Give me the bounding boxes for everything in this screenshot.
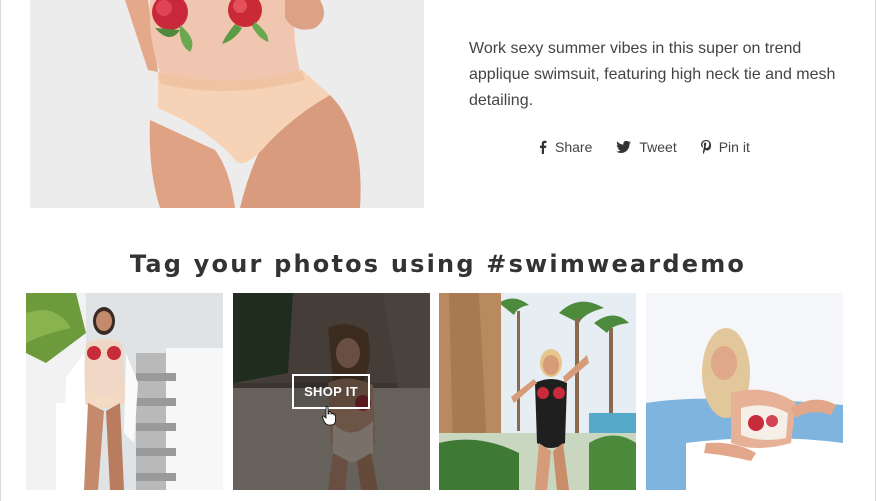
share-pinterest-button[interactable]: Pin it [700, 139, 750, 155]
facebook-icon [540, 140, 547, 154]
social-share-bar: Share Tweet Pin it [538, 139, 750, 155]
share-pinterest-label: Pin it [718, 139, 750, 155]
gallery-tile[interactable] [439, 293, 636, 490]
share-facebook-button[interactable]: Share [538, 139, 592, 155]
share-twitter-label: Tweet [639, 139, 677, 155]
hand-cursor-icon [322, 406, 336, 426]
product-description: Work sexy summer vibes in this super on … [469, 40, 836, 109]
instagram-section-title: Tag your photos using #swimweardemo [129, 250, 747, 278]
product-image [30, 0, 424, 208]
gallery-photo [646, 293, 843, 490]
gallery-tile[interactable] [26, 293, 223, 490]
twitter-icon [616, 141, 632, 153]
pinterest-icon [700, 140, 711, 154]
gallery-photo [26, 293, 223, 490]
gallery-tile[interactable] [646, 293, 843, 490]
gallery-tile-hovered[interactable]: SHOP IT [233, 293, 430, 490]
gallery-photo [439, 293, 636, 490]
instagram-gallery: SHOP IT [26, 293, 843, 490]
share-twitter-button[interactable]: Tweet [616, 139, 677, 155]
share-facebook-label: Share [555, 139, 593, 155]
shop-it-button[interactable]: SHOP IT [292, 374, 370, 409]
